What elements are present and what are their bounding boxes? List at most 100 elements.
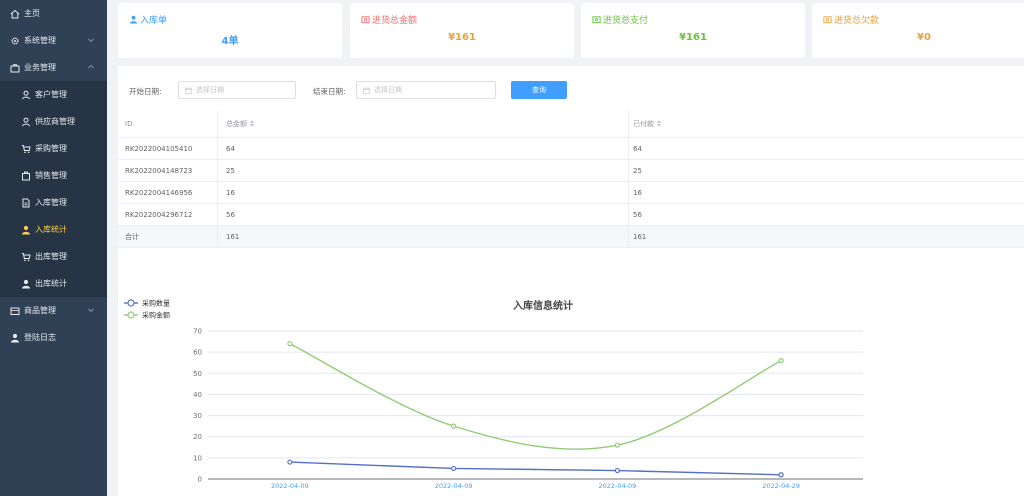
user-icon xyxy=(20,89,31,100)
home-icon xyxy=(9,8,20,19)
sidebar-item-purchase[interactable]: 采购管理 xyxy=(0,135,107,162)
card-title: 进货总金额 xyxy=(361,13,417,26)
cell-paid: 64 xyxy=(633,144,642,153)
column-header-total[interactable]: 总金额 xyxy=(226,110,254,137)
sidebar-item-sales[interactable]: 销售管理 xyxy=(0,162,107,189)
sidebar-item-label: 入库统计 xyxy=(35,225,67,234)
series-line xyxy=(289,461,782,476)
sidebar-item-inbound[interactable]: 入库管理 xyxy=(0,189,107,216)
y-tick-label: 70 xyxy=(193,328,202,336)
query-button[interactable]: 查询 xyxy=(511,81,567,99)
cell-total: 56 xyxy=(226,210,235,219)
sidebar-item-label: 主页 xyxy=(24,9,40,18)
card-value: 4单 xyxy=(221,36,239,47)
inbound-table: ID 总金额 已付款 RK2022004105410 64 64 RK20220… xyxy=(118,110,1024,248)
data-point xyxy=(778,472,784,478)
data-point xyxy=(614,442,620,448)
end-date-placeholder: 选择日期 xyxy=(374,86,402,94)
chevron-up-icon xyxy=(87,63,95,71)
calendar-icon xyxy=(363,87,370,94)
x-tick-label: 2022-04-09 xyxy=(271,482,309,490)
data-point xyxy=(451,465,457,472)
sidebar-item-business[interactable]: 业务管理 xyxy=(0,54,107,81)
money-icon xyxy=(361,16,370,24)
x-tick-label: 2022-04-09 xyxy=(435,482,473,490)
card-value: ¥0 xyxy=(917,32,931,43)
column-header-id: ID xyxy=(125,119,133,128)
supplier-icon xyxy=(20,116,31,127)
sidebar-item-label: 出库统计 xyxy=(35,279,67,288)
sidebar-item-goods[interactable]: 商品管理 xyxy=(0,297,107,324)
sales-icon xyxy=(20,170,31,181)
table-header: ID 总金额 已付款 xyxy=(118,110,1024,138)
sidebar-item-label: 商品管理 xyxy=(24,306,56,315)
chevron-down-icon xyxy=(87,306,95,314)
start-date-label: 开始日期: xyxy=(129,87,162,96)
cell-total: 64 xyxy=(226,144,235,153)
card-total-paid: 进货总支付 ¥161 xyxy=(581,3,805,58)
y-tick-label: 20 xyxy=(193,433,202,441)
table-total-row: 合计 161 161 xyxy=(118,226,1024,248)
column-header-paid[interactable]: 已付款 xyxy=(633,110,661,137)
x-tick-label: 2022-04-09 xyxy=(598,482,636,490)
cell-total: 16 xyxy=(226,188,235,197)
card-title: 入库单 xyxy=(129,13,167,26)
table-row: RK2022004148723 25 25 xyxy=(118,160,1024,182)
briefcase-icon xyxy=(9,62,20,73)
card-title-text: 入库单 xyxy=(140,16,168,26)
sidebar-item-outbound-stats[interactable]: 出库统计 xyxy=(0,270,107,297)
card-total-purchase: 进货总金额 ¥161 xyxy=(350,3,574,58)
card-title-text: 进货总金额 xyxy=(372,16,418,26)
business-submenu: 客户管理 供应商管理 采购管理 销售管理 入库管理 入库统计 出库管理 出库统计 xyxy=(0,81,107,297)
cell-id: RK2022004148723 xyxy=(125,166,193,175)
sidebar-item-outbound[interactable]: 出库管理 xyxy=(0,243,107,270)
goods-icon xyxy=(9,305,20,316)
start-date-input[interactable]: 选择日期 xyxy=(178,81,296,99)
legend-label: 采购数量 xyxy=(142,299,170,308)
sidebar-item-suppliers[interactable]: 供应商管理 xyxy=(0,108,107,135)
gear-icon xyxy=(9,35,20,46)
sort-icon[interactable] xyxy=(250,120,254,127)
line-chart: 0 10 20 30 40 50 60 70 2022-04-09 2022-04-09 2022-… xyxy=(124,299,863,490)
summary-cards: 入库单 4单 进货总金额 ¥161 进货总支付 ¥161 进货总欠款 ¥0 xyxy=(118,3,1024,58)
legend-marker xyxy=(127,299,135,307)
card-total-debt: 进货总欠款 ¥0 xyxy=(812,3,1024,58)
sidebar-item-label: 供应商管理 xyxy=(35,117,75,126)
data-point xyxy=(451,423,457,429)
end-date-label: 结束日期: xyxy=(313,87,346,96)
cell-total: 25 xyxy=(226,166,235,175)
data-point xyxy=(287,459,293,465)
chart-title: 入库信息统计 xyxy=(513,299,573,312)
sidebar-item-home[interactable]: 主页 xyxy=(0,0,107,27)
document-icon xyxy=(20,197,31,208)
y-tick-label: 50 xyxy=(193,370,202,378)
user-stat-icon xyxy=(20,278,31,289)
card-value: ¥161 xyxy=(679,32,707,43)
table-row: RK2022004296712 56 56 xyxy=(118,204,1024,226)
calendar-icon xyxy=(185,87,192,94)
end-date-input[interactable]: 选择日期 xyxy=(356,81,496,99)
cell-id: RK2022004105410 xyxy=(125,144,193,153)
x-tick-label: 2022-04-29 xyxy=(762,482,800,490)
y-tick-label: 10 xyxy=(193,454,202,462)
table-row: RK2022004105410 64 64 xyxy=(118,138,1024,160)
sort-icon[interactable] xyxy=(657,120,661,127)
user-icon xyxy=(129,15,138,24)
content-panel: 开始日期: 选择日期 结束日期: 选择日期 查询 ID 总金额 已付款 RK20… xyxy=(118,66,1024,496)
cell-paid: 56 xyxy=(633,210,642,219)
sidebar-item-inbound-stats[interactable]: 入库统计 xyxy=(0,216,107,243)
y-tick-label: 60 xyxy=(193,349,202,357)
sidebar-item-customers[interactable]: 客户管理 xyxy=(0,81,107,108)
cart-icon xyxy=(20,251,31,262)
chevron-down-icon xyxy=(87,36,95,44)
sidebar-item-system[interactable]: 系统管理 xyxy=(0,27,107,54)
user-icon xyxy=(9,332,20,343)
data-point xyxy=(778,357,784,364)
cell-total-sum: 161 xyxy=(226,232,240,241)
cell-paid: 16 xyxy=(633,188,642,197)
money-icon xyxy=(823,16,832,24)
inbound-stats-chart: 0 10 20 30 40 50 60 70 2022-04-09 2022-04-09 2022-… xyxy=(118,291,1024,496)
sidebar-item-label: 销售管理 xyxy=(35,171,67,180)
sidebar-item-login-log[interactable]: 登陆日志 xyxy=(0,324,107,351)
sidebar-item-label: 入库管理 xyxy=(35,198,67,207)
